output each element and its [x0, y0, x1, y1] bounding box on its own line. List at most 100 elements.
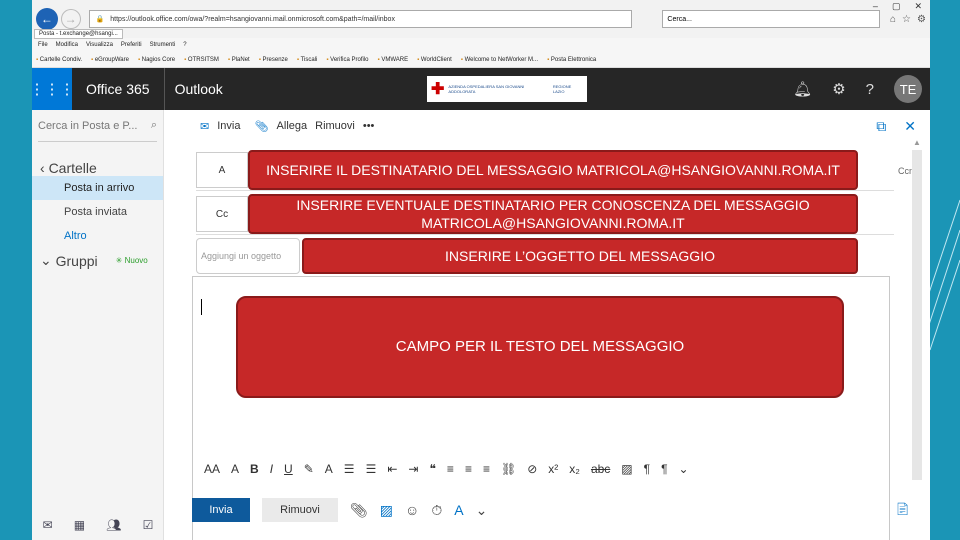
menu-preferiti[interactable]: Preferiti — [121, 42, 142, 48]
superscript-icon[interactable]: x² — [548, 462, 558, 476]
numbering-icon[interactable]: ☰ — [366, 462, 377, 476]
indent-icon[interactable]: ⇥ — [408, 462, 418, 476]
gear-icon[interactable]: ⚙ — [917, 14, 926, 25]
forward-button[interactable]: → — [60, 9, 81, 29]
app-launcher-icon[interactable]: ⋮⋮⋮ — [32, 68, 75, 110]
quote-icon[interactable]: ❝ — [429, 462, 435, 476]
italic-icon[interactable]: I — [270, 462, 273, 476]
insert-picture-icon[interactable]: ▨ — [380, 502, 393, 519]
star-icon[interactable]: ☆ — [902, 14, 911, 25]
suite-icons: 🔔︎ ⚙ ? TE — [793, 68, 922, 110]
ltr-icon[interactable]: ¶ — [644, 462, 650, 476]
callout-subject: INSERIRE L’OGGETTO DEL MESSAGGIO — [302, 238, 858, 274]
attach-icon[interactable]: 📎︎ — [350, 502, 368, 519]
sidebar-item-sent[interactable]: Posta inviata — [32, 200, 163, 224]
browser-search-field[interactable]: Cerca... — [662, 10, 880, 28]
url-field[interactable]: 🔒 https://outlook.office.com/owa/?realm=h… — [88, 10, 633, 28]
search-icon[interactable]: ⌕ — [151, 119, 157, 132]
align-right-icon[interactable]: ≡ — [483, 462, 490, 476]
paperclip-icon[interactable]: 📎︎ — [248, 120, 269, 133]
fav-item[interactable]: Welcome to NetWorker M... — [461, 57, 538, 63]
outdent-icon[interactable]: ⇤ — [387, 462, 397, 476]
menu-strumenti[interactable]: Strumenti — [150, 42, 176, 48]
image-icon[interactable]: ▨ — [621, 462, 632, 476]
discard-button[interactable]: Rimuovi — [262, 498, 338, 522]
schedule-icon[interactable]: ⏱ — [431, 502, 442, 519]
calendar-icon[interactable]: ▦ — [74, 518, 85, 532]
mail-icon[interactable]: ✉ — [43, 518, 53, 532]
bold-icon[interactable]: B — [250, 462, 259, 476]
send-icon[interactable]: ✉ — [200, 120, 209, 133]
underline-icon[interactable]: U — [284, 462, 293, 476]
fav-item[interactable]: Verifica Profilo — [326, 57, 368, 63]
suite-app[interactable]: Outlook — [165, 81, 233, 97]
browser-tab[interactable]: Posta - t.exchange@hsangi... — [34, 29, 123, 39]
module-switcher: ✉ ▦ 👥︎ ☑ — [32, 518, 164, 532]
fav-item[interactable]: OTRSITSM — [184, 57, 219, 63]
fav-item[interactable]: Tiscali — [297, 57, 318, 63]
sidebar-item-inbox[interactable]: Posta in arrivo — [32, 176, 163, 200]
help-icon[interactable]: ? — [866, 81, 874, 98]
folders-heading[interactable]: ‹ Cartelle — [32, 142, 163, 176]
strikethrough-icon[interactable]: abc — [591, 462, 610, 476]
menu-modifica[interactable]: Modifica — [56, 42, 78, 48]
draft-icon[interactable]: 📄︎ — [895, 502, 910, 516]
more-options-button[interactable]: ••• — [363, 120, 375, 132]
send-bar: Invia Rimuovi 📎︎ ▨ ☺ ⏱ A ⌄ — [192, 498, 487, 522]
unlink-icon[interactable]: ⊘ — [527, 462, 537, 476]
subscript-icon[interactable]: x₂ — [569, 462, 580, 476]
new-group-button[interactable]: ✳ Nuovo — [116, 256, 148, 265]
send-button[interactable]: Invia — [192, 498, 250, 522]
font-grow-icon[interactable]: A — [231, 462, 239, 476]
fav-item[interactable]: Cartelle Condiv. — [36, 57, 82, 63]
maximize-icon[interactable]: ▢ — [892, 1, 901, 12]
suite-product[interactable]: Office 365 — [72, 68, 165, 110]
attach-button[interactable]: Allega — [277, 120, 308, 132]
cc-button[interactable]: Cc — [196, 196, 248, 232]
font-size-icon[interactable]: AA — [204, 462, 220, 476]
fav-item[interactable]: Nagios Core — [138, 57, 175, 63]
scrollbar[interactable] — [912, 138, 922, 480]
fav-item[interactable]: Posta Elettronica — [547, 57, 596, 63]
subject-input[interactable]: Aggiungi un oggetto — [196, 238, 300, 274]
link-icon[interactable]: ⛓ — [501, 462, 516, 476]
sidebar-item-more[interactable]: Altro — [32, 224, 163, 248]
popout-icon[interactable]: ⧉ — [876, 118, 886, 135]
minimize-icon[interactable]: – — [873, 1, 878, 12]
avatar[interactable]: TE — [894, 75, 922, 103]
format-icon[interactable]: A — [454, 502, 463, 518]
home-icon[interactable]: ⌂ — [890, 14, 896, 25]
fav-item[interactable]: VMWARE — [378, 57, 408, 63]
emoji-icon[interactable]: ☺ — [405, 502, 419, 518]
fav-item[interactable]: PlaNet — [228, 57, 250, 63]
bell-icon[interactable]: 🔔︎ — [793, 80, 812, 98]
align-left-icon[interactable]: ≡ — [447, 462, 454, 476]
chevron-down-icon[interactable]: ⌄ — [476, 502, 488, 519]
menu-visualizza[interactable]: Visualizza — [86, 42, 113, 48]
discard-toolbar-button[interactable]: Rimuovi — [315, 120, 355, 132]
send-toolbar-button[interactable]: Invia — [217, 120, 240, 132]
menu-help[interactable]: ? — [183, 42, 186, 48]
fav-item[interactable]: WorldClient — [417, 57, 452, 63]
to-button[interactable]: A — [196, 152, 248, 188]
menu-file[interactable]: File — [38, 42, 48, 48]
back-button[interactable]: ← — [36, 8, 58, 30]
mail-search-input[interactable]: Cerca in Posta e P... ⌕ — [38, 110, 157, 142]
align-center-icon[interactable]: ≡ — [465, 462, 472, 476]
lock-icon: 🔒 — [95, 16, 105, 23]
gear-icon[interactable]: ⚙ — [832, 80, 845, 98]
close-icon[interactable]: ✕ — [914, 1, 922, 12]
groups-heading-label: Gruppi — [55, 252, 98, 269]
people-icon[interactable]: 👥︎ — [106, 518, 121, 532]
close-icon[interactable]: ✕ — [904, 118, 916, 135]
hospital-logo: ✚ AZIENDA OSPEDALIERA SAN GIOVANNI ADDOL… — [427, 76, 587, 102]
fav-item[interactable]: eGroupWare — [91, 57, 129, 63]
highlight-icon[interactable]: ✎ — [304, 462, 314, 476]
chevron-down-icon[interactable]: ⌄ — [679, 462, 689, 476]
tasks-icon[interactable]: ☑ — [143, 518, 154, 532]
groups-heading[interactable]: ⌄ Gruppi ✳ Nuovo — [32, 248, 163, 269]
fav-item[interactable]: Presenze — [259, 57, 288, 63]
bullets-icon[interactable]: ☰ — [344, 462, 355, 476]
rtl-icon[interactable]: ¶ — [661, 462, 667, 476]
font-color-icon[interactable]: A — [325, 462, 333, 476]
